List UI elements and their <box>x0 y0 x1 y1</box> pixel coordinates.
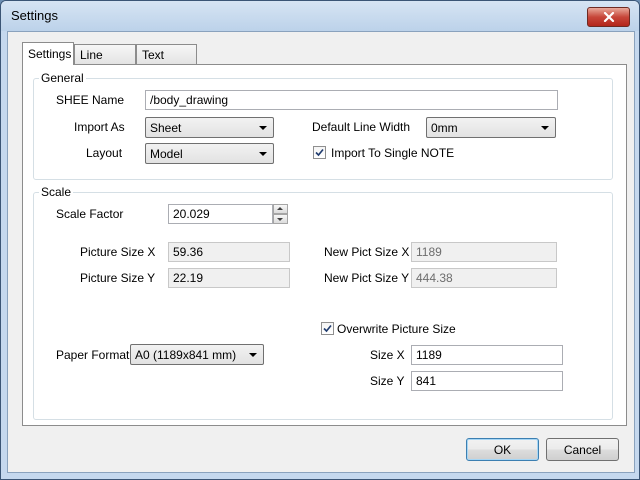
size-x-label: Size X <box>370 348 405 362</box>
scale-factor-input[interactable]: 20.029 <box>168 204 273 224</box>
spin-down-icon[interactable] <box>273 214 288 224</box>
general-group: General SHEE Name /body_drawing Import A… <box>33 71 613 180</box>
size-y-label: Size Y <box>370 374 405 388</box>
chevron-down-icon <box>541 126 549 130</box>
import-as-value: Sheet <box>150 121 182 135</box>
settings-window: Settings Settings Line Style Text Style … <box>0 0 640 480</box>
shee-name-field[interactable]: /body_drawing <box>145 90 558 110</box>
title-bar[interactable]: Settings <box>1 1 639 31</box>
paper-format-value: A0 (1189x841 mm) <box>135 348 237 362</box>
chevron-down-icon <box>259 152 267 156</box>
import-as-select[interactable]: Sheet <box>145 117 274 138</box>
overwrite-picture-size-label: Overwrite Picture Size <box>337 322 456 336</box>
layout-select[interactable]: Model <box>145 143 274 164</box>
size-y-input[interactable]: 841 <box>411 371 563 391</box>
default-line-width-value: 0mm <box>431 121 458 135</box>
general-group-title: General <box>39 71 86 85</box>
checkmark-icon <box>315 148 324 157</box>
paper-format-select[interactable]: A0 (1189x841 mm) <box>130 344 264 365</box>
new-pict-size-y-label: New Pict Size Y <box>324 271 410 285</box>
chevron-down-icon <box>259 126 267 130</box>
picture-size-y-label: Picture Size Y <box>80 271 156 285</box>
chevron-down-icon <box>249 353 257 357</box>
scale-factor-label: Scale Factor <box>56 207 124 221</box>
dialog-client-area: Settings Line Style Text Style General S… <box>7 31 635 473</box>
new-pict-size-x-label: New Pict Size X <box>324 245 410 259</box>
import-single-note-checkbox[interactable] <box>313 146 326 159</box>
scale-group-title: Scale <box>39 185 74 199</box>
checkmark-icon <box>323 324 332 333</box>
default-line-width-label: Default Line Width <box>312 120 411 134</box>
tab-settings[interactable]: Settings <box>22 42 74 65</box>
shee-name-label: SHEE Name <box>56 93 125 107</box>
import-single-note-label: Import To Single NOTE <box>331 146 455 160</box>
cancel-button[interactable]: Cancel <box>546 438 619 461</box>
picture-size-x-field: 59.36 <box>168 242 290 262</box>
ok-button[interactable]: OK <box>466 438 539 461</box>
picture-size-y-field: 22.19 <box>168 268 290 288</box>
window-title: Settings <box>11 8 58 23</box>
scale-factor-spinner[interactable] <box>273 204 288 224</box>
spin-up-icon[interactable] <box>273 204 288 214</box>
default-line-width-select[interactable]: 0mm <box>426 117 556 138</box>
tab-line-style[interactable]: Line Style <box>74 44 136 76</box>
scale-group: Scale Scale Factor 20.029 Picture Size X… <box>33 185 613 420</box>
overwrite-picture-size-checkbox[interactable] <box>321 322 334 335</box>
close-icon <box>603 12 614 22</box>
picture-size-x-label: Picture Size X <box>80 245 156 259</box>
layout-label: Layout <box>86 146 123 160</box>
settings-tab-panel: General SHEE Name /body_drawing Import A… <box>22 64 627 426</box>
import-as-label: Import As <box>74 120 125 134</box>
layout-value: Model <box>150 147 183 161</box>
tab-text-style[interactable]: Text Style <box>136 44 197 76</box>
paper-format-label: Paper Format <box>56 348 130 362</box>
new-pict-size-y-field: 444.38 <box>411 268 557 288</box>
close-button[interactable] <box>587 7 630 27</box>
size-x-input[interactable]: 1189 <box>411 345 563 365</box>
new-pict-size-x-field: 1189 <box>411 242 557 262</box>
